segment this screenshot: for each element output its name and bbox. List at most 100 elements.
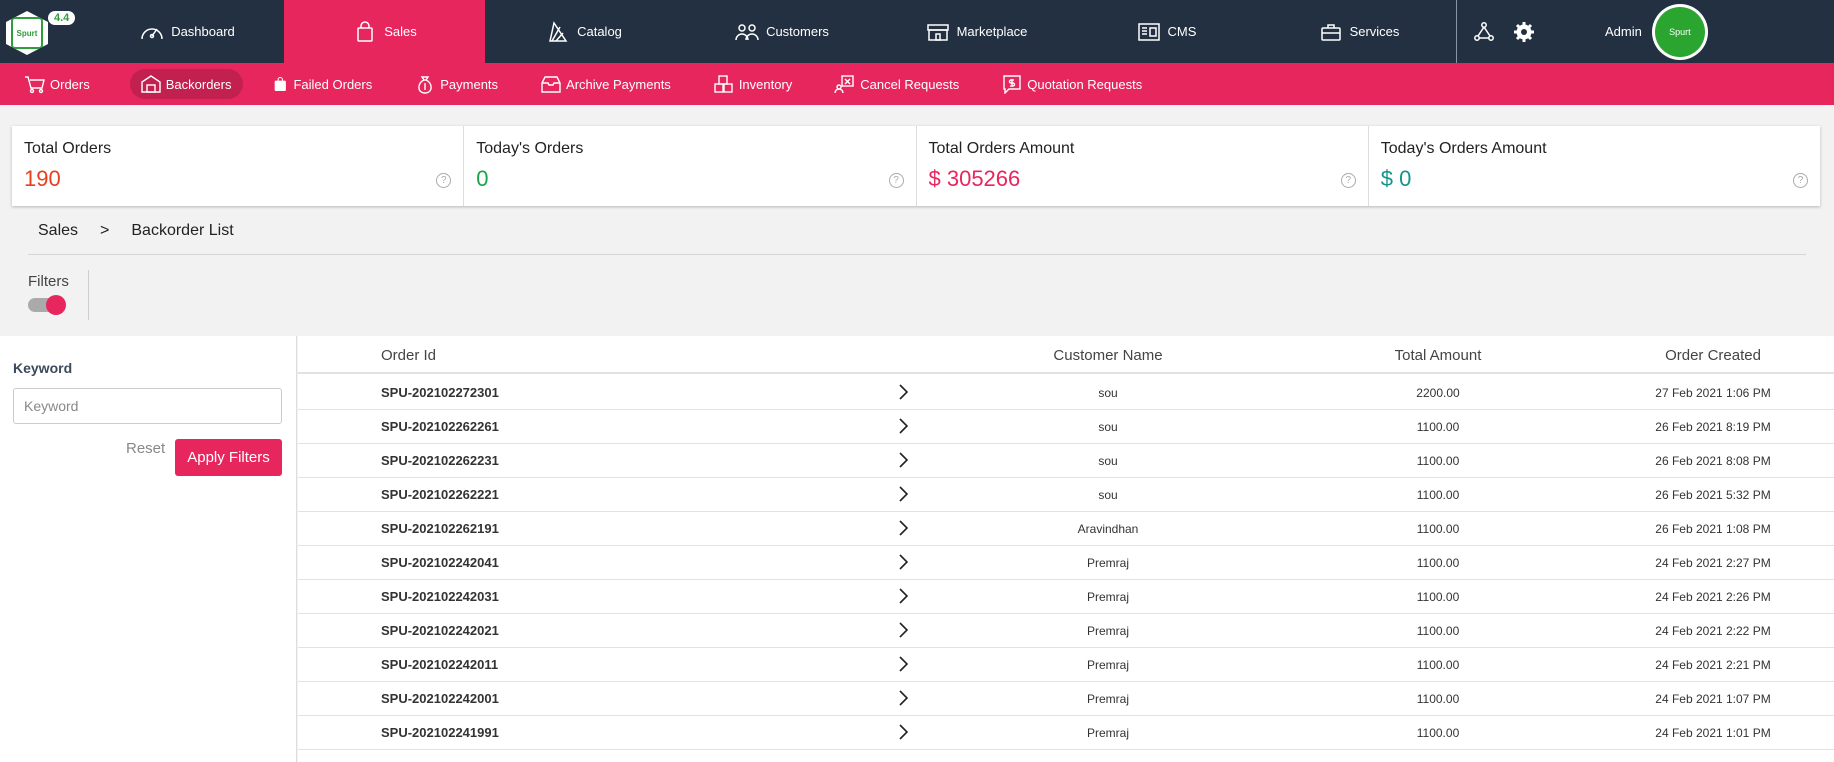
nav-sales[interactable]: Sales: [284, 0, 485, 63]
stat-total-orders-amount: Total Orders Amount $ 305266 ?: [917, 126, 1369, 206]
table-row[interactable]: SPU-202102242021 Premraj 1100.00 24 Feb 202…: [298, 614, 1834, 648]
order-id[interactable]: SPU-202102242041: [381, 555, 499, 570]
total-amount: 1100.00: [1416, 624, 1460, 638]
order-created: 26 Feb 2021 8:08 PM: [1655, 454, 1771, 468]
nav-services[interactable]: Services: [1261, 0, 1456, 63]
help-icon[interactable]: ?: [1340, 173, 1356, 188]
user-menu[interactable]: Admin Spurt: [1605, 0, 1708, 63]
nav-marketplace[interactable]: Marketplace: [881, 0, 1071, 63]
table-row[interactable]: SPU-202102262221 sou 1100.00 26 Feb 2021 5:…: [298, 478, 1834, 512]
chevron-right-icon[interactable]: [896, 451, 910, 472]
filters-toggle[interactable]: [28, 295, 66, 315]
table-row[interactable]: SPU-202102242041 Premraj 1100.00 24 Feb 202…: [298, 546, 1834, 580]
apply-filters-button[interactable]: Apply Filters: [175, 439, 282, 476]
stat-value: 0: [476, 166, 489, 191]
nav-label: Dashboard: [171, 24, 235, 39]
order-id[interactable]: SPU-202102262191: [381, 521, 499, 536]
order-created: 24 Feb 2021 2:27 PM: [1655, 556, 1771, 570]
help-icon[interactable]: ?: [888, 173, 904, 188]
order-created: 26 Feb 2021 1:08 PM: [1655, 522, 1771, 536]
chevron-right-icon[interactable]: [896, 621, 910, 642]
column-header-customer-name[interactable]: Customer Name: [938, 347, 1278, 364]
total-amount: 1100.00: [1416, 522, 1460, 536]
nav-catalog[interactable]: Catalog: [485, 0, 682, 63]
archive-icon: [541, 76, 561, 93]
logo[interactable]: Spurt: [6, 11, 48, 55]
chevron-right-icon[interactable]: [896, 383, 910, 404]
order-created: 24 Feb 2021 2:21 PM: [1655, 658, 1771, 672]
breadcrumb: Sales > Backorder List: [38, 222, 234, 240]
subnav-cancel-requests[interactable]: Cancel Requests: [832, 69, 971, 99]
boxes-icon: [714, 75, 733, 93]
avatar-logo-text: Spurt: [1654, 6, 1705, 57]
chevron-right-icon[interactable]: [896, 655, 910, 676]
subnav-backorders[interactable]: Backorders: [129, 69, 244, 99]
order-id[interactable]: SPU-202102241991: [381, 725, 499, 740]
chevron-right-icon[interactable]: [896, 553, 910, 574]
subnav-quotation-requests[interactable]: Quotation Requests: [999, 69, 1154, 99]
nav-cms[interactable]: CMS: [1071, 0, 1261, 63]
order-id[interactable]: SPU-202102242031: [381, 589, 499, 604]
brand[interactable]: Spurt 4.4: [0, 0, 90, 63]
column-header-order-created[interactable]: Order Created: [1598, 347, 1828, 364]
network-icon[interactable]: [1473, 21, 1495, 43]
column-header-order-id[interactable]: Order Id: [381, 347, 436, 364]
chevron-right-icon[interactable]: [896, 723, 910, 744]
breadcrumb-root[interactable]: Sales: [38, 222, 78, 240]
customer-name: sou: [1098, 386, 1118, 400]
gear-icon[interactable]: [1513, 21, 1535, 43]
table-row[interactable]: SPU-202102241991 Premraj 1100.00 24 Feb 202…: [298, 716, 1834, 750]
chevron-right-icon[interactable]: [896, 485, 910, 506]
customer-name: Premraj: [1086, 692, 1129, 706]
nav-label: Catalog: [577, 24, 622, 39]
table-row[interactable]: SPU-202102272301 sou 2200.00 27 Feb 2021 1:…: [298, 376, 1834, 410]
stat-label: Total Orders: [24, 140, 112, 157]
cancel-request-icon: [834, 75, 854, 94]
subnav-label: Failed Orders: [293, 76, 373, 92]
table-row[interactable]: SPU-202102242001 Premraj 1100.00 24 Feb 202…: [298, 682, 1834, 716]
nav-dashboard[interactable]: Dashboard: [90, 0, 284, 63]
subnav-label: Inventory: [738, 76, 793, 92]
order-id[interactable]: SPU-202102262261: [381, 419, 499, 434]
nav-customers[interactable]: Customers: [682, 0, 881, 63]
warehouse-icon: [141, 75, 161, 93]
chevron-right-icon[interactable]: [896, 519, 910, 540]
total-amount: 1100.00: [1416, 556, 1460, 570]
subnav-failed-orders[interactable]: Failed Orders: [271, 69, 384, 99]
table-row[interactable]: SPU-202102262261 sou 1100.00 26 Feb 2021 8:…: [298, 410, 1834, 444]
order-created: 26 Feb 2021 8:19 PM: [1655, 420, 1771, 434]
keyword-input[interactable]: [13, 388, 282, 424]
chevron-right-icon[interactable]: [896, 417, 910, 438]
table-row[interactable]: SPU-202102262191 Aravindhan 1100.00 26 Feb …: [298, 512, 1834, 546]
store-icon: [926, 23, 949, 41]
chevron-right-icon[interactable]: [896, 689, 910, 710]
keyword-label: Keyword: [13, 360, 73, 376]
table-row[interactable]: SPU-202102262231 sou 1100.00 26 Feb 2021 8:…: [298, 444, 1834, 478]
subnav-inventory[interactable]: Inventory: [711, 69, 804, 99]
order-id[interactable]: SPU-202102272301: [381, 385, 499, 400]
subnav-label: Payments: [440, 76, 499, 92]
total-amount: 1100.00: [1416, 488, 1460, 502]
order-id[interactable]: SPU-202102262221: [381, 487, 499, 502]
users-icon: [735, 23, 759, 40]
table-row[interactable]: SPU-202102242031 Premraj 1100.00 24 Feb 202…: [298, 580, 1834, 614]
filter-panel: Keyword Reset Apply Filters: [0, 336, 297, 762]
order-id[interactable]: SPU-202102242011: [381, 657, 498, 672]
reset-button[interactable]: Reset: [126, 440, 165, 457]
avatar[interactable]: Spurt: [1651, 3, 1708, 60]
subnav-orders[interactable]: Orders: [22, 69, 102, 99]
divider: [28, 254, 1806, 255]
help-icon[interactable]: ?: [1793, 173, 1808, 188]
table-row[interactable]: SPU-202102242011 Premraj 1100.00 24 Feb 202…: [298, 648, 1834, 682]
chevron-right-icon[interactable]: [896, 587, 910, 608]
total-amount: 1100.00: [1416, 692, 1460, 706]
order-created: 24 Feb 2021 1:07 PM: [1655, 692, 1771, 706]
order-id[interactable]: SPU-202102242001: [381, 691, 499, 706]
filters-toggle-label: Filters: [28, 273, 69, 290]
stat-todays-orders: Today's Orders 0 ?: [464, 126, 917, 206]
column-header-total-amount[interactable]: Total Amount: [1338, 347, 1538, 364]
subnav-payments[interactable]: Payments: [412, 69, 510, 99]
order-id[interactable]: SPU-202102262231: [381, 453, 499, 468]
subnav-archive-payments[interactable]: Archive Payments: [538, 69, 683, 99]
order-id[interactable]: SPU-202102242021: [381, 623, 499, 638]
